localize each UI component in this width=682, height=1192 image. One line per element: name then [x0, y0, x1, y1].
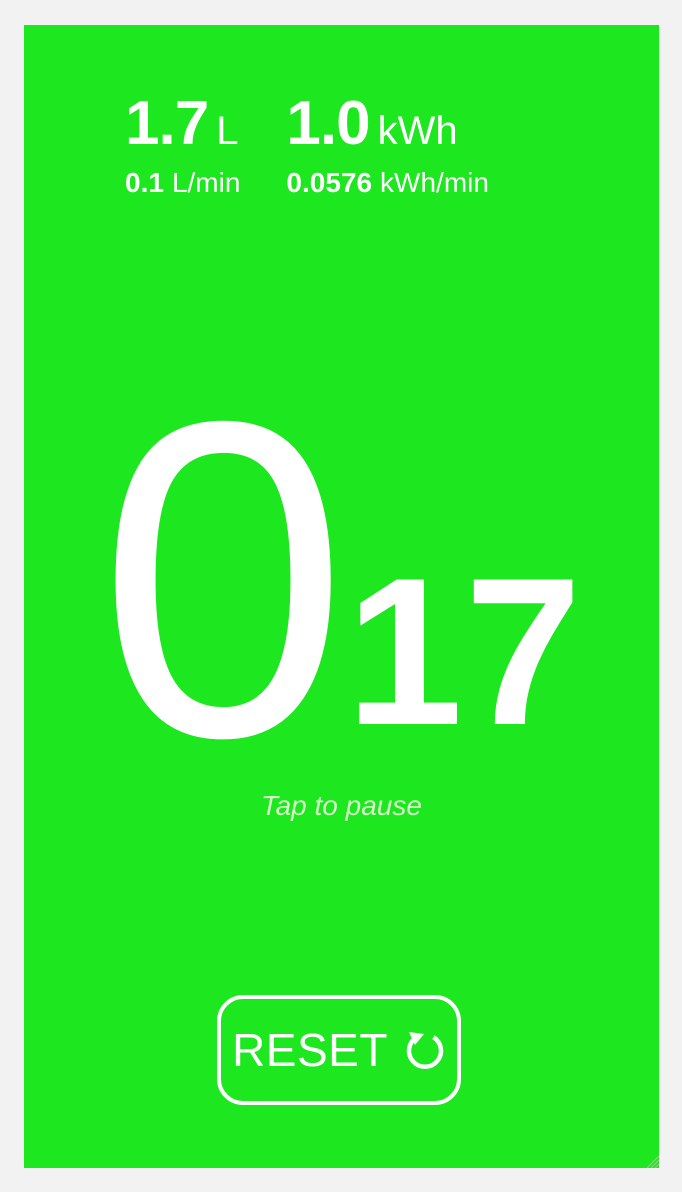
energy-unit: kWh: [377, 109, 458, 153]
flow-rate-value: 0.1: [125, 167, 164, 198]
power-rate-value: 0.0576: [286, 167, 373, 198]
power-rate-unit: kWh/min: [380, 167, 489, 198]
volume-unit: L: [216, 109, 239, 153]
timer-seconds: 17: [346, 534, 584, 769]
timer-minutes: 0: [98, 329, 349, 831]
resize-grip-icon[interactable]: [645, 1154, 659, 1168]
volume-total: 1.7 L: [125, 93, 240, 155]
shower-tracker-panel[interactable]: 1.7 L 0.1 L/min 1.0 kWh 0.0576 kWh/min 0…: [24, 25, 659, 1168]
reset-label: RESET: [232, 1024, 388, 1076]
volume-stat: 1.7 L 0.1 L/min: [125, 93, 240, 197]
elapsed-timer: 0 17: [24, 355, 659, 805]
energy-value: 1.0: [286, 89, 370, 158]
power-rate: 0.0576 kWh/min: [286, 169, 489, 197]
stats-row: 1.7 L 0.1 L/min 1.0 kWh 0.0576 kWh/min: [125, 93, 489, 197]
energy-total: 1.0 kWh: [286, 93, 489, 155]
flow-rate-unit: L/min: [171, 167, 241, 198]
reset-button[interactable]: RESET: [217, 995, 461, 1105]
volume-value: 1.7: [125, 89, 209, 158]
refresh-icon: [406, 1032, 444, 1069]
tap-to-pause-hint: Tap to pause: [261, 790, 422, 821]
flow-rate: 0.1 L/min: [125, 169, 240, 197]
energy-stat: 1.0 kWh 0.0576 kWh/min: [286, 93, 489, 197]
